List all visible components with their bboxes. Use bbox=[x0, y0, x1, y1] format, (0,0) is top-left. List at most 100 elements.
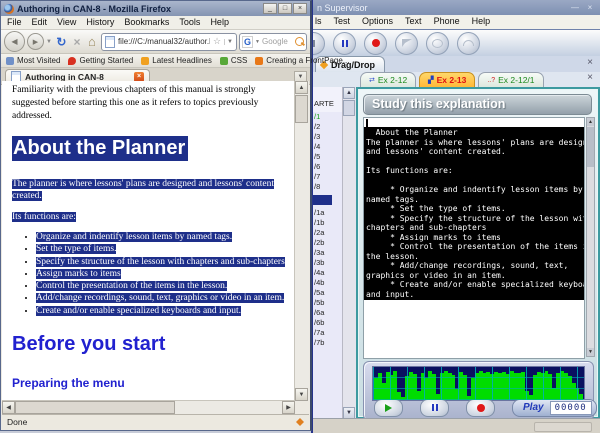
disabled-headset-button[interactable] bbox=[457, 32, 480, 55]
bookmark-item[interactable]: Most Visited bbox=[6, 56, 60, 65]
minimize-button[interactable]: — bbox=[569, 3, 581, 13]
firefox-menu-item[interactable]: History bbox=[86, 17, 114, 29]
record-button[interactable] bbox=[466, 399, 495, 417]
can8-menu-item[interactable]: Text bbox=[405, 16, 422, 29]
close-pane-icon[interactable]: × bbox=[587, 58, 593, 68]
search-box[interactable]: G ▼ Google bbox=[239, 33, 307, 51]
lesson-list-item[interactable]: /2 bbox=[313, 122, 342, 132]
bookmark-star-icon[interactable]: ☆ bbox=[213, 37, 221, 46]
editor-scrollbar[interactable]: ▲ ▼ bbox=[586, 117, 595, 357]
editor-text[interactable]: About the Planner The planner is where l… bbox=[364, 127, 584, 300]
selected-text: Set the type of items. bbox=[36, 244, 116, 254]
lesson-list-item[interactable]: /1b bbox=[313, 218, 342, 228]
item-text-editor[interactable]: About the Planner The planner is where l… bbox=[363, 117, 585, 359]
url-bar[interactable]: file:///C:/manual32/author.ht ☆ ▼ bbox=[101, 33, 237, 51]
vertical-scrollbar[interactable]: ▲ ▼ bbox=[294, 81, 309, 401]
tab-ex-2-12-1[interactable]: ..? Ex 2-12/1 bbox=[478, 72, 543, 87]
search-magnifier-icon[interactable] bbox=[295, 37, 304, 46]
close-button[interactable]: × bbox=[293, 3, 307, 14]
lesson-list-item[interactable]: /6b bbox=[313, 318, 342, 328]
firefox-menu-item[interactable]: Tools bbox=[179, 17, 200, 29]
disabled-balloon-button[interactable] bbox=[426, 32, 449, 55]
lesson-list-item[interactable]: /4a bbox=[313, 268, 342, 278]
firefox-titlebar[interactable]: Authoring in CAN-8 - Mozilla Firefox _ □… bbox=[1, 1, 310, 16]
scroll-left-icon[interactable]: ◀ bbox=[2, 401, 15, 414]
lesson-list-item[interactable]: /4b bbox=[313, 278, 342, 288]
editor-caret-line[interactable] bbox=[364, 118, 584, 127]
record-toolbar-button[interactable] bbox=[364, 32, 387, 55]
can8-menu-item[interactable]: Help bbox=[472, 16, 491, 29]
list-scrollbar[interactable]: ▲ ▼ bbox=[342, 87, 356, 419]
scrollbar-thumb[interactable] bbox=[587, 127, 594, 167]
scroll-up-icon[interactable]: ▲ bbox=[343, 87, 355, 99]
firefox-menu-item[interactable]: Help bbox=[210, 17, 229, 29]
lesson-list-item[interactable]: /6 bbox=[313, 162, 342, 172]
can8-menu-item[interactable]: ls bbox=[315, 16, 322, 29]
close-tab-icon[interactable]: × bbox=[587, 73, 593, 83]
search-engine-dropdown-icon[interactable]: ▼ bbox=[255, 39, 260, 45]
scroll-down-icon[interactable]: ▼ bbox=[295, 388, 308, 401]
scroll-up-icon[interactable]: ▲ bbox=[295, 81, 308, 94]
lesson-list-item[interactable]: /2a bbox=[313, 228, 342, 238]
home-button[interactable]: ⌂ bbox=[85, 34, 99, 49]
can8-menu-item[interactable]: Options bbox=[362, 16, 393, 29]
lesson-list-item[interactable]: /5a bbox=[313, 288, 342, 298]
resize-grip[interactable] bbox=[534, 422, 592, 432]
lesson-list-item[interactable]: /3b bbox=[313, 258, 342, 268]
scroll-down-icon[interactable]: ▼ bbox=[587, 348, 594, 356]
bookmark-item[interactable]: Creating a FrontPage... bbox=[255, 56, 349, 65]
url-dropdown-icon[interactable]: ▼ bbox=[224, 39, 233, 45]
lesson-list-item[interactable]: /3a bbox=[313, 248, 342, 258]
pause-button[interactable] bbox=[420, 399, 449, 417]
lesson-list-item[interactable]: /4 bbox=[313, 142, 342, 152]
can8-menu-item[interactable]: Test bbox=[334, 16, 351, 29]
firefox-menu-item[interactable]: Edit bbox=[32, 17, 48, 29]
scroll-up-icon[interactable]: ▲ bbox=[587, 118, 594, 126]
can8-dragdrop-row: Drag/Drop × bbox=[313, 56, 600, 72]
scrollbar-thumb[interactable] bbox=[343, 100, 355, 116]
play-button[interactable] bbox=[374, 399, 403, 417]
can8-titlebar[interactable]: n Supervisor — × bbox=[313, 0, 600, 15]
reload-button[interactable]: ↻ bbox=[54, 35, 69, 49]
lesson-list-item[interactable]: /7 bbox=[313, 172, 342, 182]
back-button[interactable]: ◀ bbox=[4, 31, 25, 52]
lesson-list-item[interactable]: /2b bbox=[313, 238, 342, 248]
firefox-menu-item[interactable]: Bookmarks bbox=[124, 17, 169, 29]
minimize-button[interactable]: _ bbox=[263, 3, 277, 14]
pause-toolbar-button[interactable] bbox=[333, 32, 356, 55]
firefox-menu-item[interactable]: View bbox=[57, 17, 76, 29]
lesson-list-item[interactable]: /8 bbox=[313, 182, 342, 192]
lesson-list-item[interactable]: /7b bbox=[313, 338, 342, 348]
lesson-list-item[interactable]: /3 bbox=[313, 132, 342, 142]
tab-ex-2-12[interactable]: ⇄ Ex 2-12 bbox=[360, 72, 416, 87]
forward-button[interactable]: ▶ bbox=[27, 33, 44, 50]
bookmark-label: Getting Started bbox=[79, 56, 133, 65]
tab-ex-2-13[interactable]: ▞ Ex 2-13 bbox=[419, 72, 475, 87]
horizontal-scrollbar[interactable]: ◀ ▶ bbox=[2, 400, 295, 415]
scrollbar-thumb[interactable] bbox=[295, 95, 308, 123]
lesson-list-item[interactable]: /5 bbox=[313, 152, 342, 162]
url-text[interactable]: file:///C:/manual32/author.ht bbox=[118, 37, 210, 46]
stop-button[interactable]: × bbox=[71, 35, 83, 49]
firefox-menu-item[interactable]: File bbox=[7, 17, 22, 29]
selected-list-item[interactable] bbox=[313, 195, 332, 205]
lesson-list-item[interactable]: /5b bbox=[313, 298, 342, 308]
close-button[interactable]: × bbox=[584, 3, 596, 13]
lesson-list-item[interactable]: /1a bbox=[313, 208, 342, 218]
disabled-flag-button[interactable] bbox=[395, 32, 418, 55]
search-input[interactable]: Google bbox=[262, 37, 293, 46]
bookmark-item[interactable]: Getting Started bbox=[68, 56, 133, 65]
lesson-item-panel: Study this explanation About the Planner… bbox=[356, 87, 600, 419]
scroll-right-icon[interactable]: ▶ bbox=[282, 401, 295, 414]
history-dropdown-icon[interactable]: ▼ bbox=[46, 39, 52, 45]
tab-label: Ex 2-12 bbox=[378, 75, 407, 85]
can8-menu-item[interactable]: Phone bbox=[434, 16, 460, 29]
scrollbar-thumb[interactable] bbox=[15, 401, 175, 414]
bookmark-item[interactable]: Latest Headlines bbox=[141, 56, 212, 65]
lesson-list-item[interactable]: /6a bbox=[313, 308, 342, 318]
bookmark-item[interactable]: CSS bbox=[220, 56, 247, 65]
maximize-button[interactable]: □ bbox=[278, 3, 292, 14]
lesson-list-item[interactable]: /7a bbox=[313, 328, 342, 338]
play-toolbar-button[interactable] bbox=[313, 32, 325, 55]
lesson-list-item[interactable]: /1 bbox=[313, 112, 342, 122]
